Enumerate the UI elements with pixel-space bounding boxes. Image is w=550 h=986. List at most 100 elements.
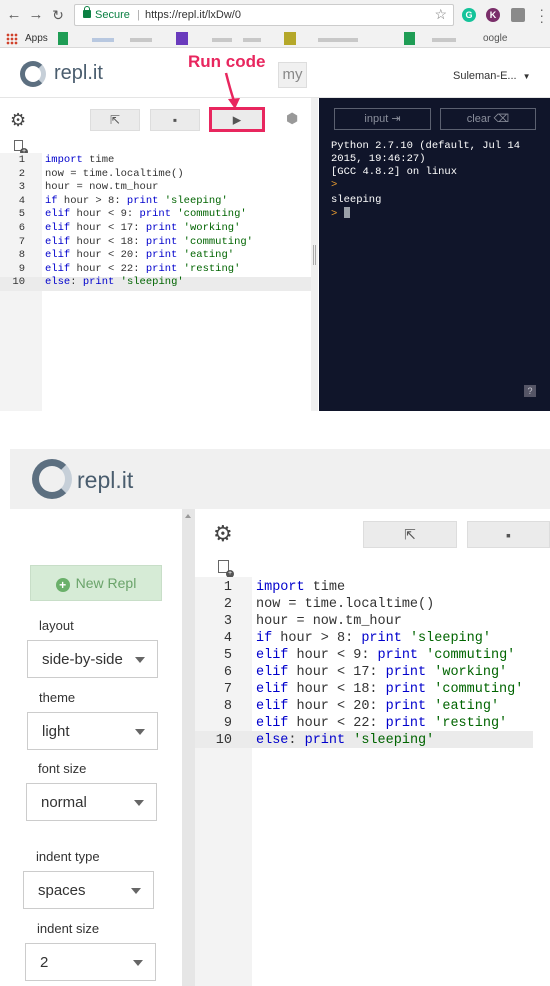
- line-number: 4: [18, 194, 25, 207]
- code-line[interactable]: else: print 'sleeping': [256, 733, 434, 748]
- new-file-icon[interactable]: [14, 140, 28, 156]
- new-repl-label: New Repl: [75, 575, 137, 591]
- apps-grid-icon[interactable]: [6, 33, 18, 45]
- bookmark-blurred[interactable]: [92, 38, 114, 42]
- code-line[interactable]: else: print 'sleeping': [45, 276, 184, 288]
- code-line[interactable]: now = time.localtime(): [45, 168, 184, 180]
- code-line[interactable]: import time: [45, 154, 114, 166]
- share-button[interactable]: ⇱: [363, 521, 457, 548]
- new-repl-button[interactable]: + New Repl: [30, 565, 162, 601]
- splitter-grip-icon[interactable]: [313, 245, 316, 265]
- bookmark-blurred[interactable]: [212, 38, 232, 42]
- package-icon[interactable]: ⬢: [286, 110, 298, 127]
- line-number: 6: [18, 222, 25, 234]
- console-cursor: [343, 207, 350, 218]
- chevron-down-icon: [131, 888, 141, 894]
- bookmarks-bar: Apps oogle: [0, 30, 550, 48]
- bookmark-blurred[interactable]: [432, 38, 456, 42]
- user-name: Suleman-E...: [453, 70, 517, 82]
- user-menu[interactable]: Suleman-E... ▼: [453, 70, 531, 82]
- my-repls-button[interactable]: my: [278, 62, 307, 88]
- secure-label: Secure: [95, 9, 130, 21]
- console-pane[interactable]: input ⇥ clear ⌫ Python 2.7.10 (default, …: [319, 98, 550, 411]
- save-button[interactable]: ▪: [467, 521, 550, 548]
- line-number: 1: [18, 154, 25, 166]
- code-line[interactable]: elif hour < 22: print 'resting': [256, 716, 507, 731]
- code-line[interactable]: elif hour < 17: print 'working': [256, 665, 507, 680]
- indent-type-label: indent type: [36, 849, 100, 864]
- code-line[interactable]: elif hour < 17: print 'working': [45, 222, 240, 234]
- line-number: 3: [223, 614, 232, 629]
- settings-sidebar: + New Repl layout side-by-side theme ligh…: [10, 509, 182, 986]
- theme-label: theme: [39, 690, 76, 705]
- bottom-app-header: repl.it: [10, 449, 550, 509]
- code-line[interactable]: elif hour < 18: print 'commuting': [45, 236, 253, 248]
- line-number: 2: [223, 597, 232, 612]
- reload-icon[interactable]: ↻: [48, 5, 68, 25]
- line-number: 7: [18, 235, 25, 248]
- code-line[interactable]: elif hour < 20: print 'eating': [45, 249, 234, 261]
- bookmark-olive-icon[interactable]: [284, 32, 296, 45]
- apps-label[interactable]: Apps: [25, 33, 48, 44]
- browser-menu-icon[interactable]: · · ·: [539, 2, 544, 28]
- lock-icon: [83, 6, 91, 18]
- save-icon: ▪: [172, 113, 178, 127]
- python-banner-3: [GCC 4.8.2] on linux: [331, 166, 458, 178]
- input-button[interactable]: input ⇥: [334, 108, 431, 130]
- clear-button-label: clear: [466, 113, 491, 125]
- code-line[interactable]: import time: [256, 580, 345, 595]
- line-number: 9: [18, 262, 25, 275]
- code-line[interactable]: elif hour < 22: print 'resting': [45, 263, 240, 275]
- code-line[interactable]: elif hour < 18: print 'commuting': [256, 682, 523, 697]
- bookmark-green-icon[interactable]: [58, 32, 68, 45]
- bookmark-label[interactable]: oogle: [483, 33, 507, 44]
- code-line[interactable]: hour = now.tm_hour: [256, 614, 402, 629]
- code-line[interactable]: if hour > 8: print 'sleeping': [256, 631, 491, 646]
- layout-label: layout: [39, 618, 74, 633]
- brand-name[interactable]: repl.it: [54, 62, 103, 85]
- repl-logo-icon[interactable]: [32, 459, 72, 499]
- bookmark-blurred[interactable]: [243, 38, 261, 42]
- indent-type-select[interactable]: spaces: [23, 871, 154, 909]
- chevron-down-icon: [134, 800, 144, 806]
- indent-size-select[interactable]: 2: [25, 943, 156, 981]
- share-icon: ⇱: [404, 526, 416, 542]
- settings-gear-icon[interactable]: ⚙: [10, 110, 26, 131]
- code-line[interactable]: elif hour < 9: print 'commuting': [45, 208, 247, 220]
- run-code-annotation: Run code: [188, 52, 266, 71]
- grammarly-icon[interactable]: G: [462, 8, 476, 22]
- console-input-line[interactable]: >: [331, 207, 350, 220]
- brand-name[interactable]: repl.it: [77, 467, 133, 494]
- save-button[interactable]: ▪: [150, 109, 200, 131]
- forward-arrow-icon[interactable]: →: [26, 5, 46, 25]
- code-line[interactable]: hour = now.tm_hour: [45, 181, 158, 193]
- bookmark-blurred[interactable]: [130, 38, 152, 42]
- code-line[interactable]: if hour > 8: print 'sleeping': [45, 195, 228, 207]
- code-line[interactable]: now = time.localtime(): [256, 597, 434, 612]
- font-size-value: normal: [41, 794, 87, 811]
- font-size-select[interactable]: normal: [26, 783, 157, 821]
- code-line[interactable]: elif hour < 9: print 'commuting': [256, 648, 515, 663]
- clear-button[interactable]: clear ⌫: [440, 108, 536, 130]
- address-bar[interactable]: Secure | https://repl.it/lxDw/0 ☆: [74, 4, 454, 26]
- bookmark-blurred[interactable]: [318, 38, 358, 42]
- sidebar-scrollbar[interactable]: [182, 509, 195, 986]
- repl-logo-icon[interactable]: [20, 61, 46, 87]
- screenshot-icon[interactable]: [511, 8, 525, 22]
- chevron-down-icon: [135, 729, 145, 735]
- chevron-down-icon: [133, 960, 143, 966]
- url-text: https://repl.it/lxDw/0: [145, 9, 241, 21]
- share-button[interactable]: ⇱: [90, 109, 140, 131]
- layout-select[interactable]: side-by-side: [27, 640, 158, 678]
- settings-gear-icon[interactable]: ⚙: [213, 521, 233, 547]
- code-line[interactable]: elif hour < 20: print 'eating': [256, 699, 499, 714]
- scroll-up-icon[interactable]: [185, 514, 191, 518]
- help-icon[interactable]: ?: [524, 385, 536, 397]
- bookmark-green-icon[interactable]: [404, 32, 415, 45]
- profile-k-icon[interactable]: K: [486, 8, 500, 22]
- new-file-icon[interactable]: [218, 560, 234, 578]
- bookmark-star-icon[interactable]: ☆: [434, 6, 447, 23]
- back-arrow-icon[interactable]: ←: [4, 5, 24, 25]
- bookmark-purple-icon[interactable]: [176, 32, 188, 45]
- theme-select[interactable]: light: [27, 712, 158, 750]
